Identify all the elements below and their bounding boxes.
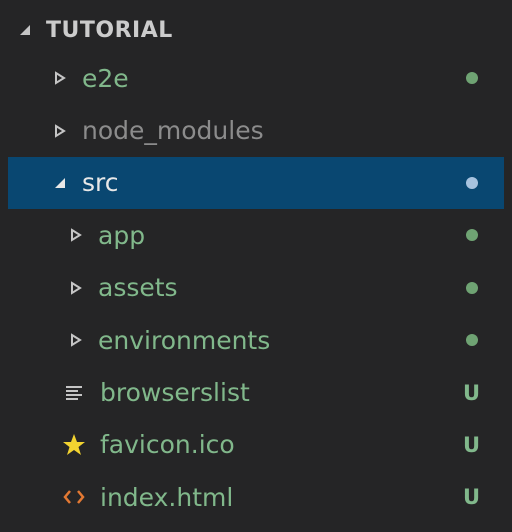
modified-dot-icon <box>466 72 478 85</box>
untracked-badge: U <box>462 432 480 457</box>
modified-dot-icon <box>466 176 478 189</box>
tree-item-label: app <box>98 220 146 250</box>
tree-item-label: environments <box>98 325 271 355</box>
tree-item-node-modules[interactable]: node_modules <box>8 104 504 156</box>
untracked-badge: U <box>462 485 480 510</box>
tree-item-favicon[interactable]: favicon.ico U <box>8 419 504 471</box>
chevron-down-icon[interactable] <box>18 23 40 37</box>
star-icon <box>62 433 86 457</box>
code-brackets-icon <box>62 489 86 505</box>
tree-item-label: browserslist <box>100 378 250 408</box>
tree-item-label: e2e <box>82 63 129 93</box>
tree-item-label: assets <box>98 273 178 303</box>
section-title: TUTORIAL <box>46 17 173 43</box>
tree-item-label: node_modules <box>82 116 264 146</box>
chevron-right-icon[interactable] <box>66 228 86 243</box>
chevron-right-icon[interactable] <box>66 333 86 347</box>
chevron-right-icon[interactable] <box>50 123 70 138</box>
modified-dot-icon <box>466 281 478 294</box>
tree-item-index-html[interactable]: index.html U <box>8 471 504 523</box>
tree-item-src[interactable]: src <box>8 156 504 210</box>
tree-item-e2e[interactable]: e2e <box>8 52 504 104</box>
untracked-badge: U <box>462 380 480 405</box>
tree-item-assets[interactable]: assets <box>8 262 504 314</box>
modified-dot-icon <box>466 334 478 347</box>
tree-item-label: src <box>82 168 119 198</box>
chevron-right-icon[interactable] <box>66 280 86 295</box>
tree-item-app[interactable]: app <box>8 209 504 261</box>
chevron-right-icon[interactable] <box>50 71 70 85</box>
chevron-down-icon[interactable] <box>50 176 70 190</box>
tree-item-browserslist[interactable]: browserslist U <box>8 366 504 418</box>
explorer-panel: TUTORIAL e2e node_modules src app assets… <box>8 8 504 524</box>
tree-item-label: index.html <box>100 482 234 512</box>
tree-item-label: favicon.ico <box>100 430 235 460</box>
section-header-tutorial[interactable]: TUTORIAL <box>8 8 504 52</box>
tree-item-environments[interactable]: environments <box>8 314 504 366</box>
text-lines-icon <box>62 384 86 402</box>
modified-dot-icon <box>466 229 478 242</box>
